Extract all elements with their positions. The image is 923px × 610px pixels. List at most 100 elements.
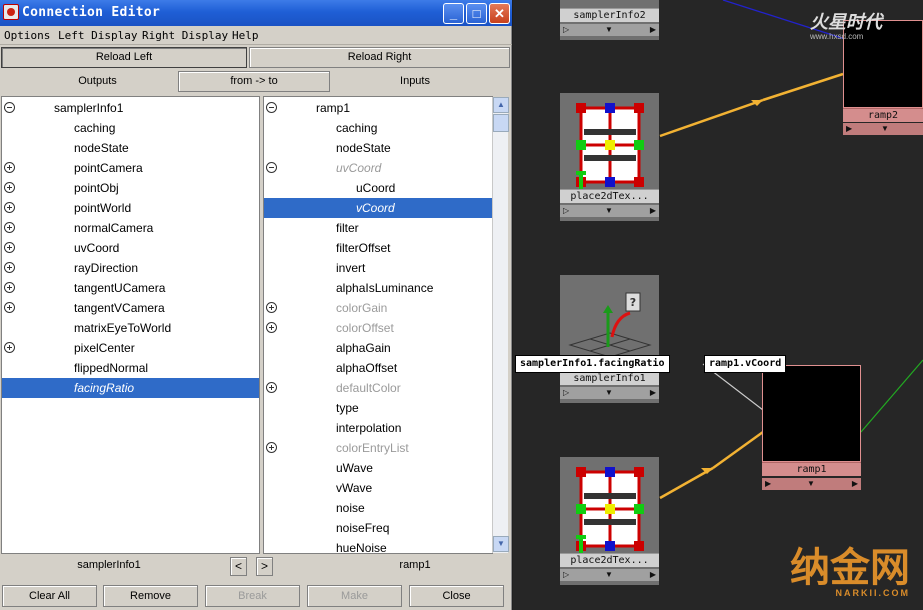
attribute-row[interactable]: ramp1	[264, 98, 492, 118]
expand-icon[interactable]	[4, 222, 15, 233]
attribute-row[interactable]: normalCamera	[2, 218, 259, 238]
close-window-button[interactable]: ✕	[489, 3, 510, 24]
title-bar[interactable]: Connection Editor _ □ ✕	[0, 0, 512, 26]
expand-icon[interactable]	[266, 382, 277, 393]
right-node-name: ramp1	[399, 559, 431, 571]
outputs-list[interactable]: samplerInfo1 caching nodeState pointCamera p…	[1, 96, 260, 554]
scroll-down-icon[interactable]: ▼	[493, 536, 509, 552]
attribute-row[interactable]: alphaGain	[264, 338, 492, 358]
previous-node-button[interactable]: <	[230, 557, 247, 576]
expand-icon[interactable]	[4, 342, 15, 353]
attribute-row[interactable]: caching	[2, 118, 259, 138]
attribute-label: caching	[74, 121, 116, 135]
attribute-row[interactable]: vWave	[264, 478, 492, 498]
attribute-row[interactable]: colorEntryList	[264, 438, 492, 458]
expand-icon[interactable]	[4, 202, 15, 213]
attribute-row[interactable]: vCoord	[264, 198, 492, 218]
menu-options[interactable]: Options	[4, 29, 50, 42]
node-port-bar[interactable]: ▷ ▼ ▶	[560, 387, 659, 399]
attribute-row[interactable]: tangentUCamera	[2, 278, 259, 298]
expand-icon[interactable]	[4, 182, 15, 193]
minimize-button[interactable]: _	[443, 3, 464, 24]
expand-icon[interactable]	[266, 442, 277, 453]
node-port-bar[interactable]: ▶ ▼	[843, 123, 923, 135]
attribute-row[interactable]: uWave	[264, 458, 492, 478]
attribute-row[interactable]: type	[264, 398, 492, 418]
attribute-row[interactable]: hueNoise	[264, 538, 492, 553]
clear-all-button[interactable]: Clear All	[2, 585, 97, 607]
attribute-row[interactable]: defaultColor	[264, 378, 492, 398]
attribute-row[interactable]: alphaIsLuminance	[264, 278, 492, 298]
menu-right-display[interactable]: Right Display	[142, 29, 228, 42]
attribute-row[interactable]: caching	[264, 118, 492, 138]
inputs-scrollbar[interactable]: ▲ ▼	[492, 97, 509, 553]
attribute-row[interactable]: nodeState	[264, 138, 492, 158]
expand-icon[interactable]	[4, 242, 15, 253]
node-ramp1[interactable]: ramp1 ▶ ▼ ▶	[762, 365, 861, 495]
direction-toggle-button[interactable]: from -> to	[178, 71, 330, 92]
maximize-button[interactable]: □	[466, 3, 487, 24]
attribute-row[interactable]: alphaOffset	[264, 358, 492, 378]
attribute-row[interactable]: pixelCenter	[2, 338, 259, 358]
node-place2dtexture-bottom[interactable]: place2dTex... ▷ ▼ ▶	[560, 457, 659, 585]
node-samplerinfo2[interactable]: samplerInfo2 ▷ ▼ ▶	[560, 0, 659, 40]
attribute-row[interactable]: noiseFreq	[264, 518, 492, 538]
attribute-label: uvCoord	[336, 161, 382, 175]
attribute-row[interactable]: invert	[264, 258, 492, 278]
attribute-row[interactable]: colorOffset	[264, 318, 492, 338]
next-node-button[interactable]: >	[256, 557, 273, 576]
attribute-label: colorGain	[336, 301, 388, 315]
remove-button[interactable]: Remove	[103, 585, 198, 607]
collapse-icon[interactable]	[4, 102, 15, 113]
attribute-row[interactable]: uvCoord	[264, 158, 492, 178]
expand-icon[interactable]	[266, 322, 277, 333]
attribute-label: alphaOffset	[336, 361, 398, 375]
scroll-thumb[interactable]	[493, 114, 509, 132]
attribute-row[interactable]: pointWorld	[2, 198, 259, 218]
expand-icon[interactable]	[4, 302, 15, 313]
expand-icon[interactable]	[4, 162, 15, 173]
attribute-row[interactable]: tangentVCamera	[2, 298, 259, 318]
menu-help[interactable]: Help	[232, 29, 259, 42]
expand-icon[interactable]	[266, 302, 277, 313]
node-samplerinfo1[interactable]: ? samplerInfo1 ▷ ▼ ▶	[560, 275, 659, 403]
attribute-row[interactable]: uvCoord	[2, 238, 259, 258]
node-port-bar[interactable]: ▷ ▼ ▶	[560, 205, 659, 217]
attribute-label: pointWorld	[74, 201, 132, 215]
attribute-row[interactable]: rayDirection	[2, 258, 259, 278]
node-port-bar[interactable]: ▷ ▼ ▶	[560, 569, 659, 581]
scroll-up-icon[interactable]: ▲	[493, 97, 509, 113]
attribute-row[interactable]: facingRatio	[2, 378, 259, 398]
expand-icon[interactable]	[4, 282, 15, 293]
attribute-row[interactable]: pointCamera	[2, 158, 259, 178]
attribute-row[interactable]: filterOffset	[264, 238, 492, 258]
node-port-bar[interactable]: ▷ ▼ ▶	[560, 24, 659, 36]
expand-icon[interactable]	[4, 262, 15, 273]
collapse-icon[interactable]	[266, 162, 277, 173]
attribute-row[interactable]: interpolation	[264, 418, 492, 438]
hypershade-graph[interactable]: samplerInfo2 ▷▼▶ ramp2 ▶▼ place2dTex.	[513, 0, 923, 610]
attribute-row[interactable]: flippedNormal	[2, 358, 259, 378]
reload-right-button[interactable]: Reload Right	[249, 47, 510, 68]
reload-left-button[interactable]: Reload Left	[1, 47, 247, 68]
attribute-row[interactable]: colorGain	[264, 298, 492, 318]
node-place2dtexture-top[interactable]: place2dTex... ▷ ▼ ▶	[560, 93, 659, 221]
attribute-label: rayDirection	[74, 261, 139, 275]
attribute-row[interactable]: uCoord	[264, 178, 492, 198]
inputs-header: Inputs	[400, 75, 430, 87]
output-attribute-tooltip: samplerInfo1.facingRatio	[515, 355, 670, 373]
inputs-list[interactable]: ramp1 caching nodeState uvCoord uCoord vCoord…	[263, 96, 493, 554]
node-label: samplerInfo2	[560, 8, 659, 22]
attribute-row[interactable]: nodeState	[2, 138, 259, 158]
attribute-row[interactable]: samplerInfo1	[2, 98, 259, 118]
attribute-row[interactable]: noise	[264, 498, 492, 518]
close-button[interactable]: Close	[409, 585, 504, 607]
attribute-row[interactable]: matrixEyeToWorld	[2, 318, 259, 338]
node-port-bar[interactable]: ▶ ▼ ▶	[762, 478, 861, 490]
attribute-row[interactable]: pointObj	[2, 178, 259, 198]
attribute-label: pointObj	[74, 181, 119, 195]
collapse-icon[interactable]	[266, 102, 277, 113]
attribute-label: ramp1	[316, 101, 351, 115]
menu-left-display[interactable]: Left Display	[58, 29, 137, 42]
attribute-row[interactable]: filter	[264, 218, 492, 238]
